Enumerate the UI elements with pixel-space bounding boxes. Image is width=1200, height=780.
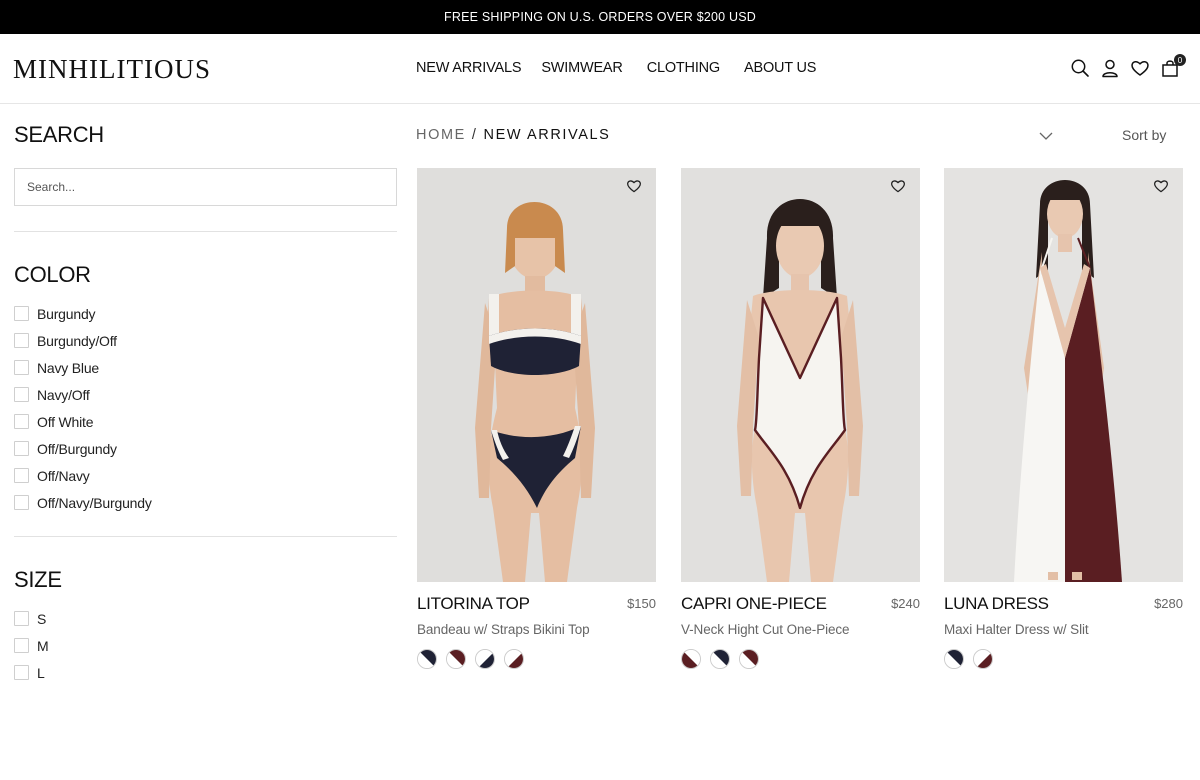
product-name[interactable]: CAPRI ONE-PIECE [681, 594, 920, 614]
color-swatch-navy[interactable] [944, 649, 964, 669]
checkbox[interactable] [14, 495, 29, 510]
checkbox[interactable] [14, 306, 29, 321]
product-description: Maxi Halter Dress w/ Slit [944, 622, 1089, 637]
size-label: M [37, 637, 49, 654]
color-label: Off White [37, 413, 94, 430]
sort-by-dropdown[interactable]: Sort by [1122, 127, 1166, 143]
color-filter-list: Burgundy Burgundy/Off Navy Blue Navy/Off… [14, 300, 397, 516]
checkbox[interactable] [14, 441, 29, 456]
color-option-off-navy[interactable]: Off/Navy [14, 462, 397, 489]
search-icon[interactable] [1070, 58, 1090, 78]
color-label: Navy Blue [37, 359, 100, 376]
main-nav: NEW ARRIVALS SWIMWEAR CLOTHING ABOUT US [416, 60, 816, 76]
size-label: S [37, 610, 47, 627]
color-label: Burgundy [37, 305, 96, 322]
product-card[interactable]: LITORINA TOP $150 Bandeau w/ Straps Biki… [417, 168, 656, 669]
checkbox[interactable] [14, 414, 29, 429]
heart-icon[interactable] [890, 178, 906, 194]
color-option-burgundy[interactable]: Burgundy [14, 300, 397, 327]
product-card[interactable]: CAPRI ONE-PIECE $240 V-Neck Hight Cut On… [681, 168, 920, 669]
color-label: Off/Navy/Burgundy [37, 494, 152, 511]
color-label: Off/Burgundy [37, 440, 117, 457]
announcement-bar: FREE SHIPPING ON U.S. ORDERS OVER $200 U… [0, 0, 1200, 34]
heart-icon[interactable] [1153, 178, 1169, 194]
color-option-navy-blue[interactable]: Navy Blue [14, 354, 397, 381]
color-label: Navy/Off [37, 386, 90, 403]
size-option-s[interactable]: S [14, 605, 397, 632]
product-image[interactable] [681, 168, 920, 582]
product-card[interactable]: LUNA DRESS $280 Maxi Halter Dress w/ Sli… [944, 168, 1183, 669]
product-image[interactable] [417, 168, 656, 582]
color-option-off-burgundy[interactable]: Off/Burgundy [14, 435, 397, 462]
color-option-navy-off[interactable]: Navy/Off [14, 381, 397, 408]
divider [14, 231, 397, 232]
size-option-l[interactable]: L [14, 659, 397, 686]
product-name[interactable]: LITORINA TOP [417, 594, 656, 614]
product-image[interactable] [944, 168, 1183, 582]
product-description: V-Neck Hight Cut One-Piece [681, 622, 850, 637]
product-price: $150 [627, 596, 656, 611]
color-swatch-navy[interactable] [710, 649, 730, 669]
divider [14, 536, 397, 537]
checkbox[interactable] [14, 468, 29, 483]
size-filter-title: SIZE [14, 567, 62, 592]
product-info: CAPRI ONE-PIECE $240 V-Neck Hight Cut On… [681, 594, 920, 637]
brand-logo[interactable]: MINHILITIOUS [13, 54, 211, 85]
breadcrumb-separator: / [471, 127, 478, 143]
header-icons: 0 [1060, 54, 1186, 78]
size-option-m[interactable]: M [14, 632, 397, 659]
product-description: Bandeau w/ Straps Bikini Top [417, 622, 590, 637]
cart-count-badge: 0 [1174, 54, 1186, 66]
color-swatches [681, 649, 920, 669]
color-label: Off/Navy [37, 467, 90, 484]
product-price: $240 [891, 596, 920, 611]
chevron-down-icon[interactable] [1038, 128, 1054, 144]
color-label: Burgundy/Off [37, 332, 117, 349]
breadcrumb-current: NEW ARRIVALS [483, 127, 611, 143]
color-swatch-burgundy[interactable] [973, 649, 993, 669]
nav-swimwear[interactable]: SWIMWEAR [541, 60, 623, 76]
account-icon[interactable] [1100, 58, 1120, 78]
product-price: $280 [1154, 596, 1183, 611]
checkbox[interactable] [14, 665, 29, 680]
filter-sidebar: SEARCH COLOR Burgundy Burgundy/Off Navy … [14, 104, 397, 686]
color-filter-title: COLOR [14, 262, 91, 287]
breadcrumb: HOME / NEW ARRIVALS [416, 127, 610, 143]
color-swatch-navy[interactable] [417, 649, 437, 669]
color-option-off-navy-burgundy[interactable]: Off/Navy/Burgundy [14, 489, 397, 516]
nav-clothing[interactable]: CLOTHING [647, 60, 721, 76]
checkbox[interactable] [14, 611, 29, 626]
heart-icon[interactable] [626, 178, 642, 194]
color-option-burgundy-off[interactable]: Burgundy/Off [14, 327, 397, 354]
color-swatch-burgundy[interactable] [739, 649, 759, 669]
color-swatch-navy[interactable] [475, 649, 495, 669]
color-swatches [417, 649, 656, 669]
color-swatch-burgundy[interactable] [504, 649, 524, 669]
color-swatch-burgundy[interactable] [446, 649, 466, 669]
product-info: LITORINA TOP $150 Bandeau w/ Straps Biki… [417, 594, 656, 637]
color-swatch-burgundy[interactable] [681, 649, 701, 669]
checkbox[interactable] [14, 387, 29, 402]
breadcrumb-home[interactable]: HOME [416, 127, 466, 143]
nav-new-arrivals[interactable]: NEW ARRIVALS [416, 60, 522, 76]
product-info: LUNA DRESS $280 Maxi Halter Dress w/ Sli… [944, 594, 1183, 637]
nav-about-us[interactable]: ABOUT US [744, 60, 816, 76]
checkbox[interactable] [14, 333, 29, 348]
wishlist-icon[interactable] [1130, 58, 1150, 78]
search-title: SEARCH [14, 122, 104, 147]
cart-icon[interactable]: 0 [1160, 54, 1186, 78]
search-input[interactable] [14, 168, 397, 206]
product-name[interactable]: LUNA DRESS [944, 594, 1183, 614]
size-label: L [37, 664, 45, 681]
color-option-off-white[interactable]: Off White [14, 408, 397, 435]
announcement-text: FREE SHIPPING ON U.S. ORDERS OVER $200 U… [444, 10, 756, 24]
checkbox[interactable] [14, 638, 29, 653]
size-filter-list: S M L [14, 605, 397, 686]
site-header: MINHILITIOUS NEW ARRIVALS SWIMWEAR CLOTH… [0, 34, 1200, 104]
checkbox[interactable] [14, 360, 29, 375]
color-swatches [944, 649, 1183, 669]
